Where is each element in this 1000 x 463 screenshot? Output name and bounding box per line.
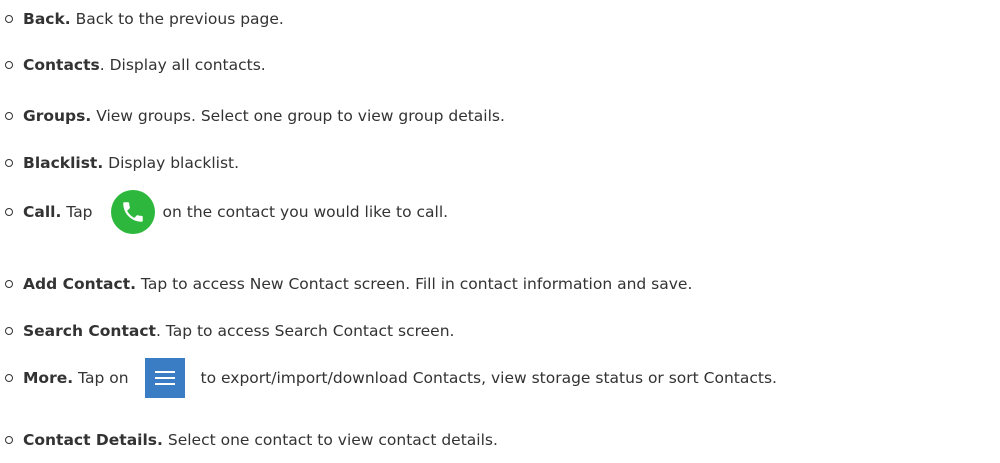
list-item-text: Back. Back to the previous page. xyxy=(23,10,284,28)
list-item-text: Groups. View groups. Select one group to… xyxy=(23,107,505,125)
list-item-text: Contacts . Display all contacts. xyxy=(23,56,266,74)
list-item-text: Call. Tap on the contact you would like … xyxy=(23,190,448,234)
bullet-icon xyxy=(5,327,13,335)
bullet-icon xyxy=(5,208,13,216)
item-lead: Groups. xyxy=(23,107,92,125)
list-item-text: More. Tap on to export/import/download C… xyxy=(23,358,777,398)
item-description: Back to the previous page. xyxy=(70,10,284,28)
list-item-text: Search Contact . Tap to access Search Co… xyxy=(23,322,454,340)
item-description: . Display all contacts. xyxy=(99,56,266,74)
item-description: Select one contact to view contact detai… xyxy=(162,431,498,449)
bullet-icon xyxy=(5,112,13,120)
item-lead: Search Contact xyxy=(23,322,156,340)
item-description: Tap to access New Contact screen. Fill i… xyxy=(136,275,693,293)
item-description-after-icon: on the contact you would like to call. xyxy=(162,203,449,221)
item-lead: Contact Details. xyxy=(23,431,163,449)
bullet-icon xyxy=(5,374,13,382)
bullet-icon xyxy=(5,280,13,288)
item-description: . Tap to access Search Contact screen. xyxy=(155,322,455,340)
bullet-icon xyxy=(5,436,13,444)
item-lead: Call. xyxy=(23,203,62,221)
list-item-text: Contact Details. Select one contact to v… xyxy=(23,431,498,449)
item-description-after-icon: to export/import/download Contacts, view… xyxy=(200,369,777,387)
item-description: View groups. Select one group to view gr… xyxy=(91,107,505,125)
feature-list: Back. Back to the previous page. Contact… xyxy=(0,0,1000,463)
item-description: Display blacklist. xyxy=(103,154,240,172)
item-lead: Back. xyxy=(23,10,71,28)
item-lead: Contacts xyxy=(23,56,100,74)
item-description: Tap on xyxy=(73,369,129,387)
list-item-text: Add Contact. Tap to access New Contact s… xyxy=(23,275,692,293)
menu-icon xyxy=(144,358,185,398)
phone-icon xyxy=(110,190,155,234)
bullet-icon xyxy=(5,159,13,167)
item-lead: Blacklist. xyxy=(23,154,104,172)
item-lead: More. xyxy=(23,369,74,387)
item-lead: Add Contact. xyxy=(23,275,136,293)
bullet-icon xyxy=(5,15,13,23)
item-description: Tap xyxy=(61,203,93,221)
list-item-text: Blacklist. Display blacklist. xyxy=(23,154,239,172)
bullet-icon xyxy=(5,61,13,69)
